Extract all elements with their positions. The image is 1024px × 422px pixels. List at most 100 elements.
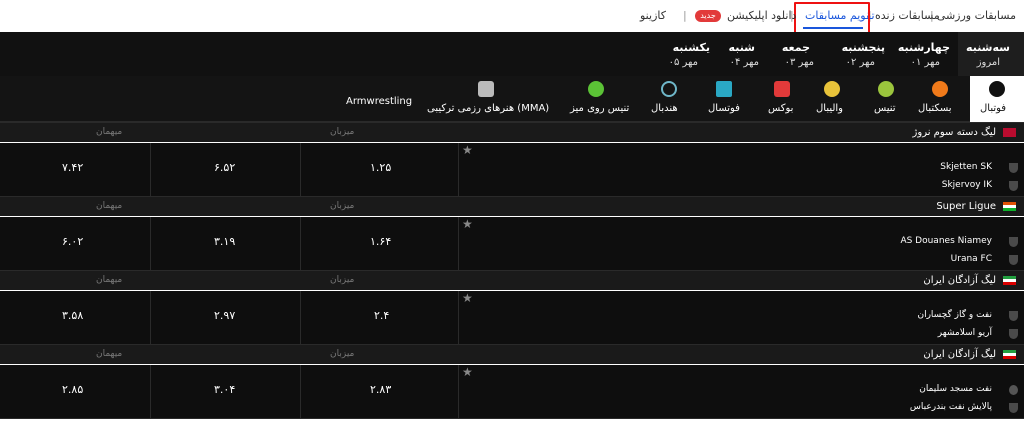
boxing-icon: [774, 81, 790, 97]
nav-separator: |: [683, 9, 687, 22]
sport-football[interactable]: فوتبال: [970, 76, 1024, 122]
volleyball-icon: [824, 81, 840, 97]
team-shield-icon: [1009, 163, 1018, 173]
cell-divider: [150, 365, 151, 418]
sport-label: فوتسال: [708, 103, 740, 114]
match-row[interactable]: ۳.۵۸ ۲.۹۷ ۲.۴ ★ نفت و گاز گچساران آریو ا…: [0, 291, 1024, 344]
cell-divider: [458, 217, 459, 270]
team-logo-icon: [1009, 385, 1018, 395]
favorite-star-icon[interactable]: ★: [462, 143, 473, 157]
tab-day-thursday[interactable]: پنجشنبه ۰۲ مهر: [825, 32, 885, 76]
odd-away[interactable]: ۷.۴۲: [62, 161, 83, 174]
match-row[interactable]: ۲.۸۵ ۳.۰۴ ۲.۸۳ ★ نفت مسجد سلیمان پالایش …: [0, 365, 1024, 418]
favorite-star-icon[interactable]: ★: [462, 291, 473, 305]
sports-bar: فوتبال بسکتبال تنیس والیبال بوکس فوتسال …: [0, 76, 1024, 122]
cell-divider: [300, 217, 301, 270]
iran-flag-icon: [1003, 276, 1016, 285]
futsal-icon: [716, 81, 732, 97]
odd-draw[interactable]: ۳.۰۴: [214, 383, 235, 396]
league-name: لیگ آزادگان ایران: [923, 349, 996, 360]
new-badge: جدید: [695, 10, 721, 22]
sport-volleyball[interactable]: والیبال: [810, 76, 860, 122]
day-name: چهارشنبه: [897, 41, 950, 54]
tab-day-today[interactable]: سه‌شنبه امروز: [958, 32, 1024, 76]
sport-label: بوکس: [768, 103, 794, 114]
league-name: لیگ دسته سوم نروژ: [912, 127, 996, 138]
league-header[interactable]: میهمان میزبان لیگ آزادگان ایران: [0, 344, 1024, 364]
sport-handball[interactable]: هندبال: [645, 76, 695, 122]
nav-calendar-highlight: [794, 2, 870, 36]
league-header[interactable]: میهمان میزبان Super Ligue: [0, 196, 1024, 216]
team-away: Urana FC: [950, 254, 992, 264]
column-home: میزبان: [330, 275, 355, 285]
handball-icon: [661, 81, 677, 97]
nav-live[interactable]: مسابقات زنده: [875, 9, 940, 22]
nav-app-download[interactable]: دانلود اپلیکیشن: [727, 9, 796, 22]
league-header[interactable]: میهمان میزبان لیگ دسته سوم نروژ: [0, 122, 1024, 142]
tab-day-wednesday[interactable]: چهارشنبه ۰۱ مهر: [890, 32, 950, 76]
odd-home[interactable]: ۱.۲۵: [370, 161, 391, 174]
sport-futsal[interactable]: فوتسال: [702, 76, 752, 122]
match-row[interactable]: ۷.۴۲ ۶.۵۲ ۱.۲۵ ★ Skjetten SK Skjervoy IK: [0, 143, 1024, 196]
team-away: آریو اسلامشهر: [937, 328, 992, 338]
day-date: ۰۴ مهر: [729, 57, 759, 68]
sport-mma[interactable]: هنرهای رزمی ترکیبی (MMA): [425, 76, 560, 122]
tab-day-sunday[interactable]: یکشنبه ۰۵ مهر: [655, 32, 710, 76]
favorite-star-icon[interactable]: ★: [462, 365, 473, 379]
bottom-divider: [0, 418, 1024, 419]
league-header[interactable]: میهمان میزبان لیگ آزادگان ایران: [0, 270, 1024, 290]
odd-draw[interactable]: ۲.۹۷: [214, 309, 235, 322]
odd-draw[interactable]: ۳.۱۹: [214, 235, 235, 248]
sport-armwrestling[interactable]: Armwrestling: [340, 76, 420, 122]
odd-draw[interactable]: ۶.۵۲: [214, 161, 235, 174]
sport-label: تنیس: [874, 103, 896, 114]
day-name: شنبه: [728, 41, 755, 54]
column-away: میهمان: [96, 127, 123, 137]
table-tennis-icon: [588, 81, 604, 97]
day-date: ۰۲ مهر: [845, 57, 875, 68]
sport-basketball[interactable]: بسکتبال: [912, 76, 968, 122]
sport-tennis[interactable]: تنیس: [868, 76, 908, 122]
iran-flag-icon: [1003, 350, 1016, 359]
cell-divider: [300, 365, 301, 418]
team-home: Skjetten SK: [940, 162, 992, 172]
league-name: لیگ آزادگان ایران: [923, 275, 996, 286]
football-icon: [989, 81, 1005, 97]
team-shield-icon: [1009, 181, 1018, 191]
tab-day-saturday[interactable]: شنبه ۰۴ مهر: [715, 32, 765, 76]
column-home: میزبان: [330, 127, 355, 137]
niger-flag-icon: [1003, 202, 1016, 211]
team-shield-icon: [1009, 311, 1018, 321]
sport-table-tennis[interactable]: تنیس روی میز: [566, 76, 638, 122]
match-row[interactable]: ۶.۰۲ ۳.۱۹ ۱.۶۴ ★ AS Douanes Niamey Urana…: [0, 217, 1024, 270]
nav-casino[interactable]: کازینو: [640, 9, 666, 22]
odd-away[interactable]: ۲.۸۵: [62, 383, 83, 396]
sport-label: هندبال: [651, 103, 678, 114]
cell-divider: [150, 291, 151, 344]
odd-home[interactable]: ۲.۴: [374, 309, 389, 322]
sport-label: والیبال: [816, 103, 844, 114]
day-name: سه‌شنبه: [966, 41, 1010, 54]
nav-sports[interactable]: مسابقات ورزشی: [937, 9, 1016, 22]
odd-home[interactable]: ۱.۶۴: [370, 235, 391, 248]
basketball-icon: [932, 81, 948, 97]
column-away: میهمان: [96, 201, 123, 211]
day-date: ۰۱ مهر: [910, 57, 940, 68]
cell-divider: [458, 143, 459, 196]
team-away: Skjervoy IK: [941, 180, 992, 190]
mma-icon: [478, 81, 494, 97]
top-nav: مسابقات ورزشی | مسابقات زنده | تقویم مسا…: [0, 0, 1024, 36]
odd-away[interactable]: ۳.۵۸: [62, 309, 83, 322]
day-tabs: سه‌شنبه امروز چهارشنبه ۰۱ مهر پنجشنبه ۰۲…: [0, 32, 1024, 76]
sport-boxing[interactable]: بوکس: [762, 76, 804, 122]
tab-day-friday[interactable]: جمعه ۰۳ مهر: [770, 32, 820, 76]
team-home: AS Douanes Niamey: [900, 236, 992, 246]
day-date: امروز: [976, 57, 1000, 68]
odd-away[interactable]: ۶.۰۲: [62, 235, 83, 248]
column-home: میزبان: [330, 201, 355, 211]
cell-divider: [150, 217, 151, 270]
favorite-star-icon[interactable]: ★: [462, 217, 473, 231]
norway-flag-icon: [1003, 128, 1016, 137]
day-name: پنجشنبه: [841, 41, 885, 54]
odd-home[interactable]: ۲.۸۳: [370, 383, 391, 396]
